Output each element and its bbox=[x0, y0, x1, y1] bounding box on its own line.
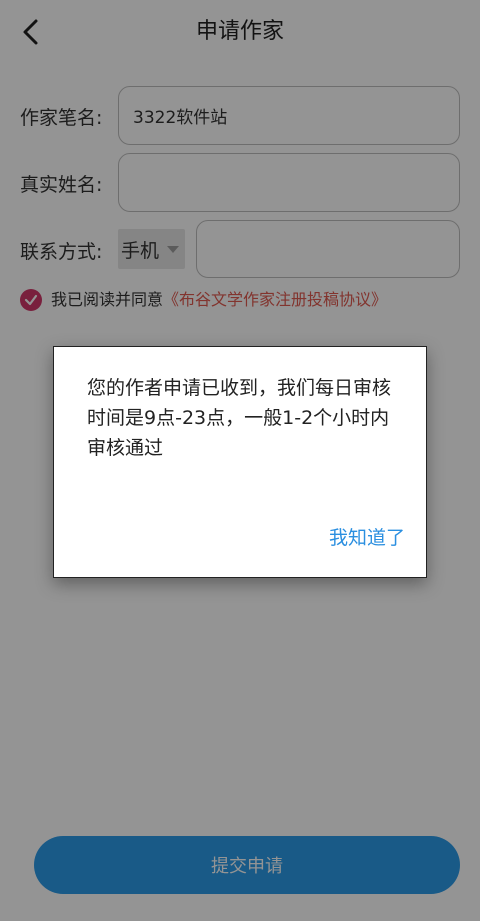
dialog-message: 您的作者申请已收到，我们每日审核时间是9点-23点，一般1-2个小时内审核通过 bbox=[87, 377, 392, 459]
dialog-ok-button[interactable]: 我知道了 bbox=[329, 523, 405, 550]
confirmation-dialog: 您的作者申请已收到，我们每日审核时间是9点-23点，一般1-2个小时内审核通过 … bbox=[53, 346, 427, 578]
apply-author-page: 申请作家 作家笔名: 3322软件站 真实姓名: 联系方式: 手机 我已阅读并同… bbox=[0, 0, 480, 921]
